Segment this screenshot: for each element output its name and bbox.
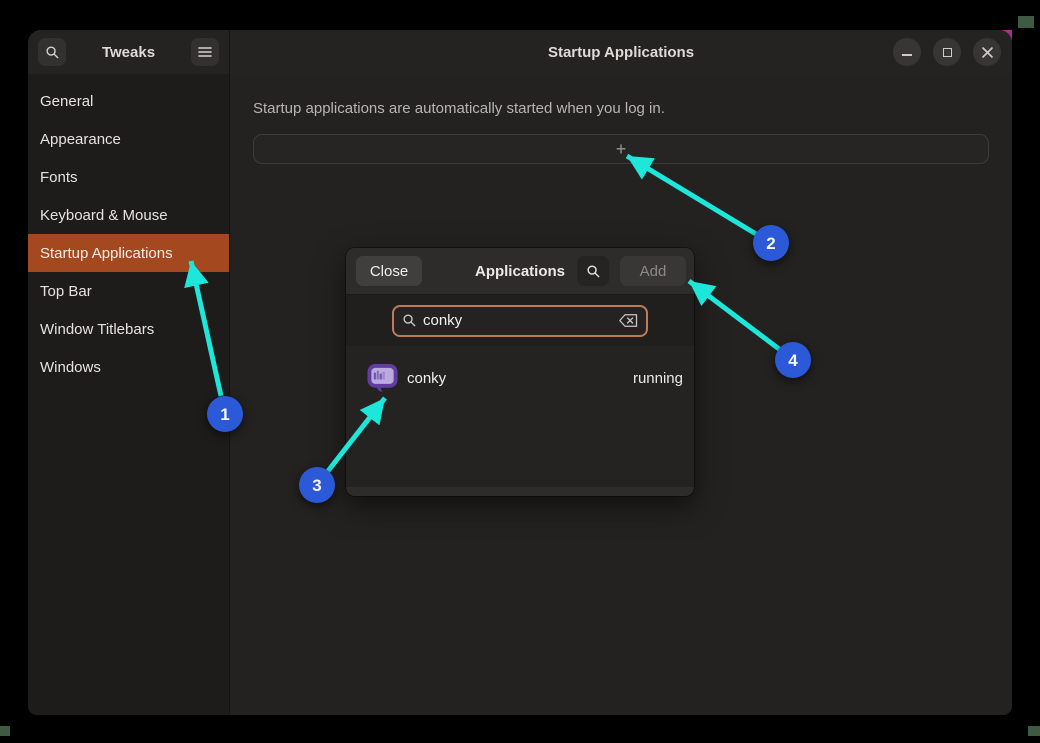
page-title: Startup Applications [548, 44, 694, 61]
app-row-conky[interactable]: conky running [346, 354, 694, 402]
sidebar-item-fonts[interactable]: Fonts [28, 158, 229, 196]
maximize-icon [943, 48, 952, 57]
sidebar-item-window-titlebars[interactable]: Window Titlebars [28, 310, 229, 348]
page-description: Startup applications are automatically s… [253, 100, 989, 117]
minimize-button[interactable] [893, 38, 921, 66]
applications-list: conky running [346, 346, 694, 487]
desktop-wallpaper-sliver [1028, 726, 1040, 736]
applications-dialog: Close Applications Add [346, 248, 694, 496]
add-row[interactable]: + [253, 134, 989, 164]
app-name: conky [407, 370, 446, 387]
startup-applications-page: Startup applications are automatically s… [230, 74, 1012, 164]
window-controls [893, 38, 1001, 66]
close-button[interactable] [973, 38, 1001, 66]
conky-app-icon [367, 363, 398, 394]
sidebar-item-keyboard-mouse[interactable]: Keyboard & Mouse [28, 196, 229, 234]
desktop-wallpaper-sliver [0, 726, 10, 736]
clear-input-icon[interactable] [619, 314, 638, 327]
sidebar-item-windows[interactable]: Windows [28, 348, 229, 386]
search-button[interactable] [38, 38, 66, 66]
dialog-footer [346, 487, 694, 496]
sidebar-header: Tweaks [28, 30, 229, 74]
search-icon [45, 45, 60, 60]
dialog-close-button[interactable]: Close [356, 256, 422, 286]
search-icon [402, 313, 417, 328]
main-headerbar: Startup Applications [230, 30, 1012, 74]
hamburger-icon [198, 46, 212, 58]
sidebar-item-startup-applications[interactable]: Startup Applications [28, 234, 229, 272]
maximize-button[interactable] [933, 38, 961, 66]
app-status: running [633, 370, 683, 387]
dialog-search-row [346, 294, 694, 346]
sidebar-item-general[interactable]: General [28, 82, 229, 120]
dialog-search-toggle[interactable] [577, 256, 609, 286]
sidebar-item-top-bar[interactable]: Top Bar [28, 272, 229, 310]
close-icon [982, 47, 993, 58]
search-entry[interactable] [392, 305, 648, 337]
plus-icon: + [616, 139, 627, 160]
dialog-headerbar: Close Applications Add [346, 248, 694, 294]
desktop-wallpaper-sliver [1018, 16, 1034, 28]
search-icon [586, 264, 601, 279]
add-button[interactable]: Add [620, 256, 686, 286]
search-input[interactable] [423, 312, 613, 329]
sidebar-list: General Appearance Fonts Keyboard & Mous… [28, 74, 229, 386]
sidebar: Tweaks General Appearance Fonts Keyboard… [28, 30, 230, 715]
sidebar-item-appearance[interactable]: Appearance [28, 120, 229, 158]
app-title: Tweaks [66, 44, 191, 61]
dialog-header-actions: Add [577, 256, 686, 286]
menu-button[interactable] [191, 38, 219, 66]
minimize-icon [902, 54, 912, 56]
